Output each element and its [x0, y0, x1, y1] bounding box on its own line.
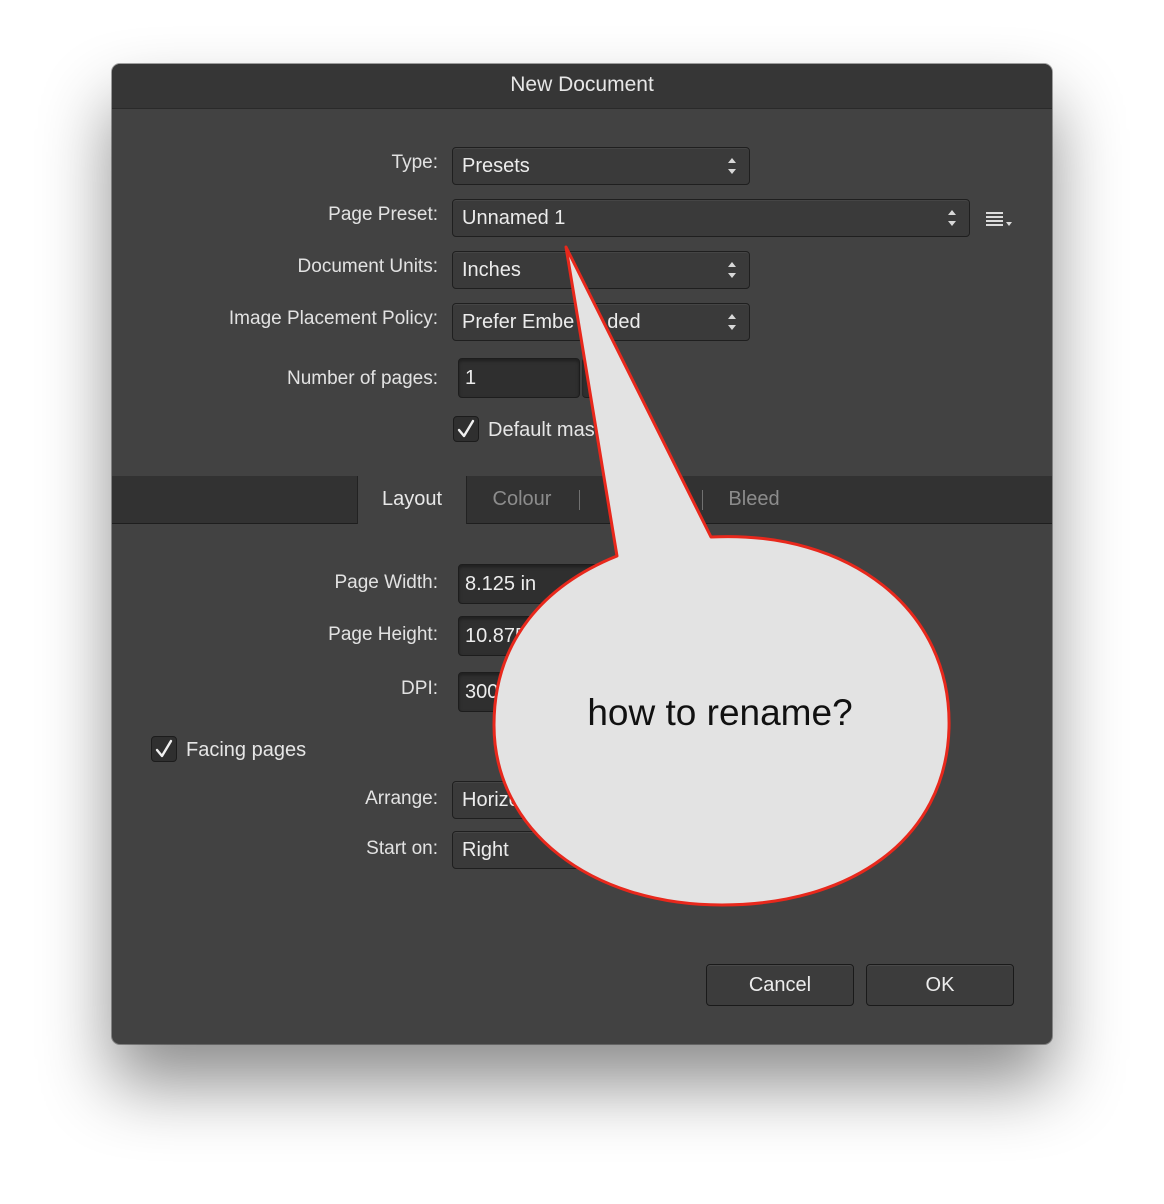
stepper-arrows-icon — [728, 262, 736, 278]
preset-menu-icon[interactable] — [986, 210, 1016, 230]
checkmark-icon — [457, 419, 475, 438]
arrange-select[interactable]: Horizo — [452, 781, 652, 819]
page-preset-label: Page Preset: — [328, 204, 438, 225]
page-preset-select[interactable]: Unnamed 1 — [452, 199, 970, 237]
document-units-label: Document Units: — [297, 256, 438, 277]
default-master-label: Default mas — [488, 419, 595, 441]
type-select-value: Presets — [462, 155, 530, 177]
stepper-arrows-icon — [728, 314, 736, 330]
dpi-label: DPI: — [401, 678, 438, 699]
stepper-arrows-icon — [728, 158, 736, 174]
checkmark-icon — [155, 739, 173, 758]
tab-bar: Layout Colour Bleed — [112, 476, 1052, 524]
number-of-pages-stepper[interactable] — [582, 358, 622, 398]
start-on-label: Start on: — [366, 838, 438, 859]
annotation-text: how to rename? — [587, 692, 853, 733]
arrange-label: Arrange: — [365, 788, 438, 809]
page-width-label: Page Width: — [334, 572, 439, 593]
cancel-button[interactable]: Cancel — [706, 964, 854, 1006]
document-units-select[interactable]: Inches — [452, 251, 750, 289]
start-on-select[interactable]: Right — [452, 831, 652, 869]
tab-hidden[interactable] — [590, 476, 690, 523]
type-select[interactable]: Presets — [452, 147, 750, 185]
dialog-title: New Document — [112, 64, 1052, 109]
facing-pages-label: Facing pages — [186, 739, 307, 761]
number-of-pages-field[interactable]: 1 — [458, 358, 580, 398]
page-height-label: Page Height: — [328, 624, 438, 645]
tab-layout[interactable]: Layout — [357, 476, 467, 524]
tab-separator — [579, 490, 580, 510]
ok-button[interactable]: OK — [866, 964, 1014, 1006]
start-on-select-value: Right — [462, 839, 509, 861]
new-document-dialog: New Document Type: Presets Page Preset: … — [112, 64, 1052, 1044]
image-placement-select[interactable]: Prefer Embe ded — [452, 303, 750, 341]
tab-colour[interactable]: Colour — [472, 476, 572, 523]
document-units-select-value: Inches — [462, 259, 521, 281]
image-placement-label: Image Placement Policy: — [228, 308, 438, 329]
image-placement-select-value-tail: ded — [607, 311, 641, 333]
number-of-pages-label: Number of pages: — [286, 368, 438, 389]
default-master-checkbox[interactable] — [453, 416, 479, 442]
arrange-select-value: Horizo — [462, 789, 520, 811]
page-height-field[interactable]: 10.875 — [458, 616, 638, 656]
tab-bleed[interactable]: Bleed — [704, 476, 804, 523]
tab-separator — [702, 490, 703, 510]
stepper-arrows-icon — [948, 210, 956, 226]
type-label: Type: — [391, 152, 438, 173]
page-preset-select-value: Unnamed 1 — [462, 207, 566, 229]
image-placement-select-value: Prefer Embe — [462, 311, 575, 333]
facing-pages-checkbox[interactable] — [151, 736, 177, 762]
page-width-field[interactable]: 8.125 in — [458, 564, 638, 604]
